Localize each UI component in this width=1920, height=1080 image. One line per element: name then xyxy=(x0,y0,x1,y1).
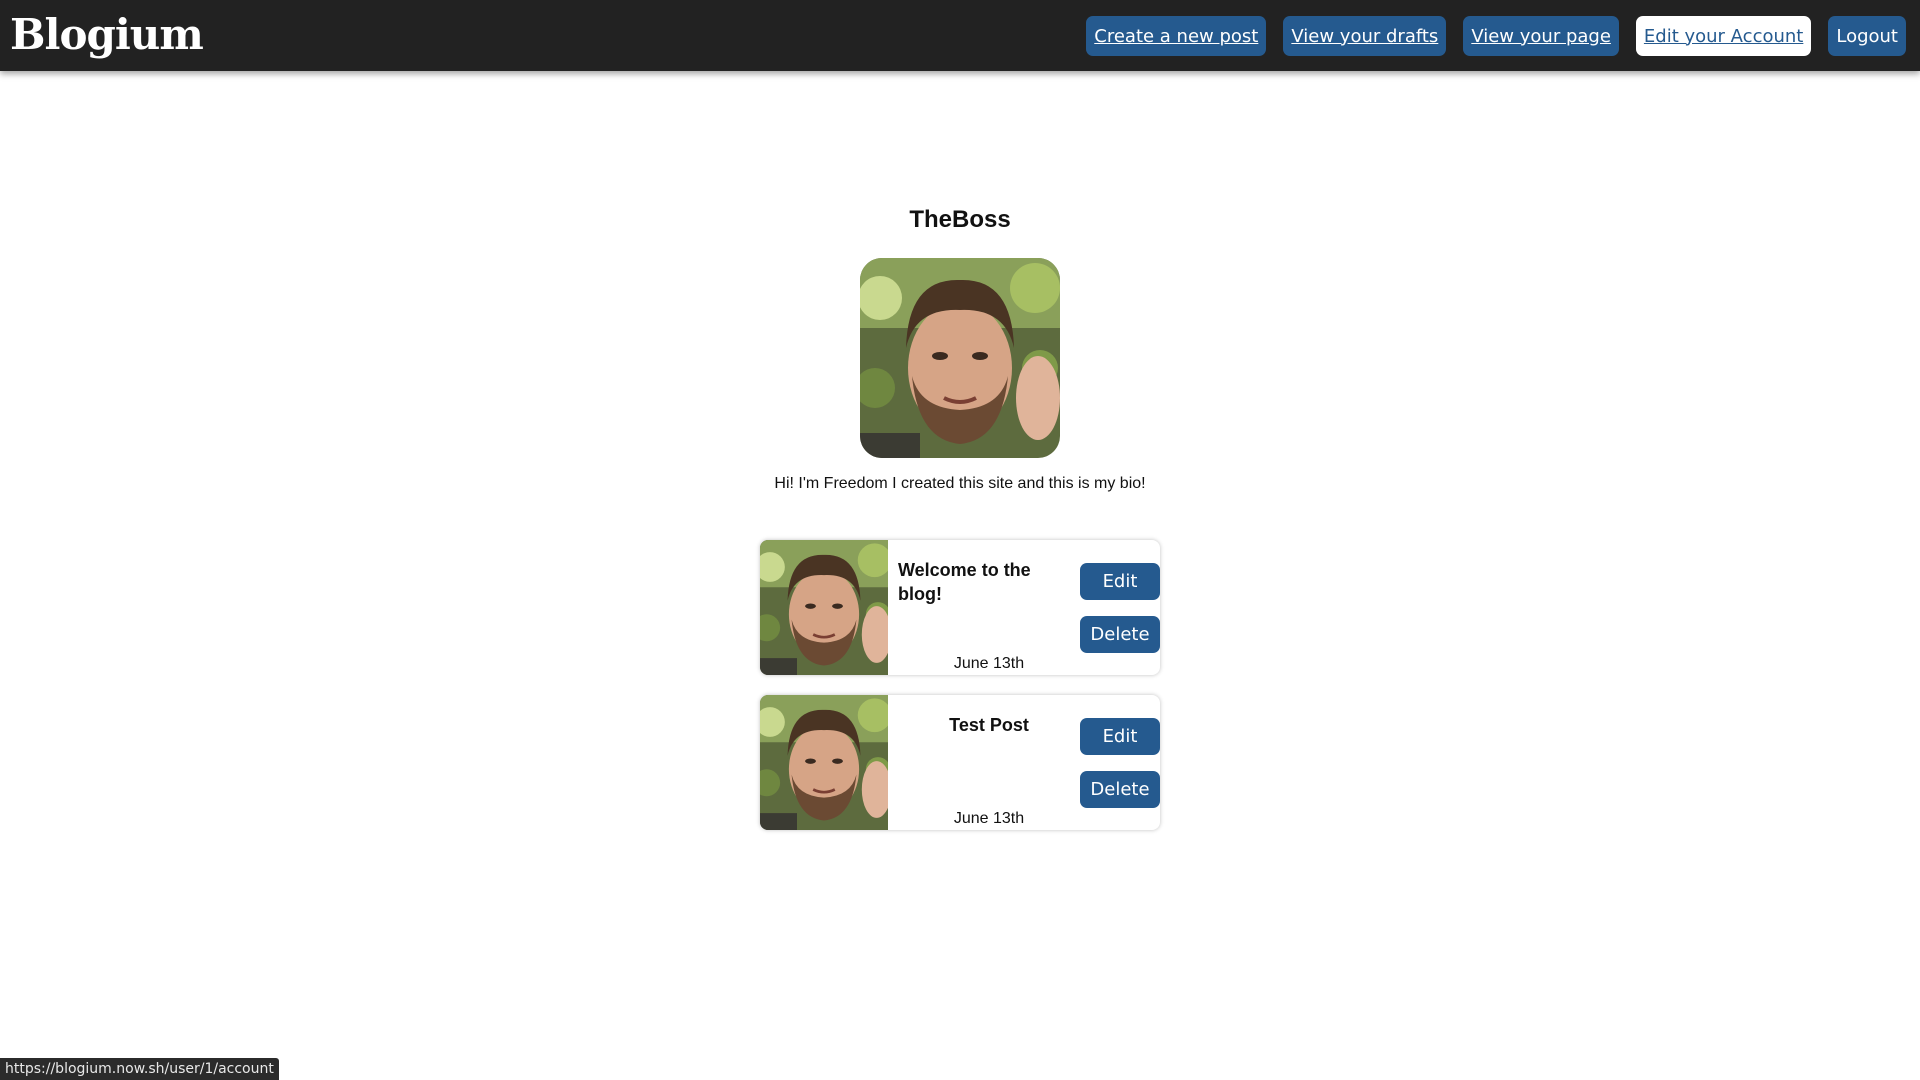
post-thumbnail[interactable] xyxy=(760,540,888,675)
post-thumbnail-photo xyxy=(760,540,888,675)
profile-avatar xyxy=(860,258,1060,458)
status-bar-url: https://blogium.now.sh/user/1/account xyxy=(0,1058,279,1080)
post-date: June 13th xyxy=(953,655,1025,672)
edit-post-button[interactable]: Edit xyxy=(1080,563,1160,600)
post-thumbnail-photo xyxy=(760,695,888,830)
avatar-photo xyxy=(860,258,1060,458)
delete-post-button[interactable]: Delete xyxy=(1080,616,1160,653)
post-thumbnail[interactable] xyxy=(760,695,888,830)
nav-links: Create a new post View your drafts View … xyxy=(1086,16,1906,56)
top-navbar: Blogium Create a new post View your draf… xyxy=(0,0,1920,71)
edit-post-button[interactable]: Edit xyxy=(1080,718,1160,755)
post-date: June 13th xyxy=(953,810,1025,827)
post-card[interactable]: Test Post June 13th Edit Delete xyxy=(760,695,1160,830)
logout-button[interactable]: Logout xyxy=(1828,16,1906,56)
edit-account-button[interactable]: Edit your Account xyxy=(1635,16,1812,56)
profile-bio: Hi! I'm Freedom I created this site and … xyxy=(774,475,1146,492)
delete-post-button[interactable]: Delete xyxy=(1080,771,1160,808)
site-logo[interactable]: Blogium xyxy=(10,10,204,59)
post-title[interactable]: Test Post xyxy=(888,713,1090,737)
post-title[interactable]: Welcome to the blog! xyxy=(898,558,1070,606)
view-drafts-button[interactable]: View your drafts xyxy=(1283,16,1447,56)
view-page-button[interactable]: View your page xyxy=(1463,16,1619,56)
create-post-button[interactable]: Create a new post xyxy=(1086,16,1267,56)
profile-username: TheBoss xyxy=(909,206,1011,233)
post-card[interactable]: Welcome to the blog! June 13th Edit Dele… xyxy=(760,540,1160,675)
